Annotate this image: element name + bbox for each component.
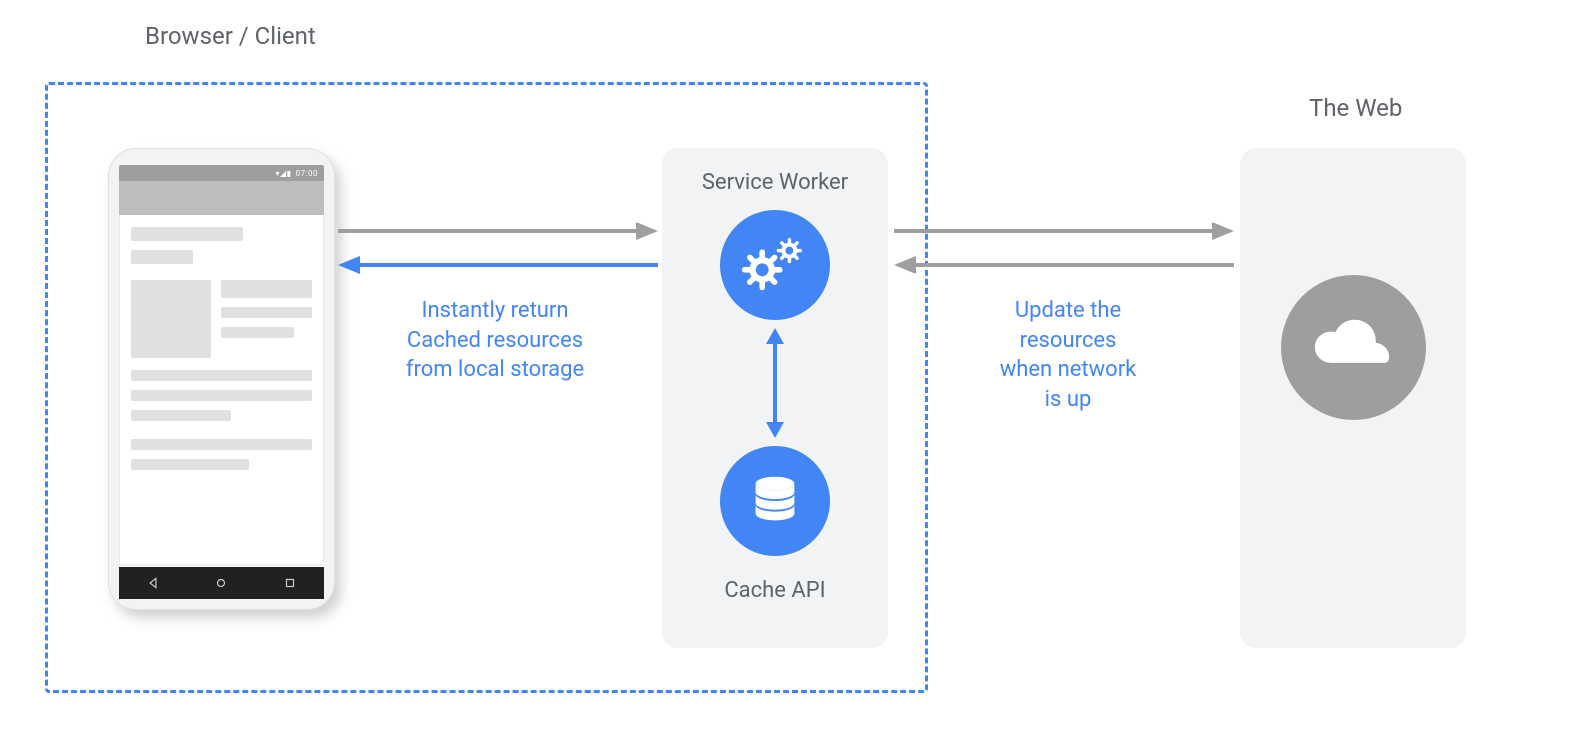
placeholder-image xyxy=(131,280,211,358)
phone-mockup: ▾◢▮ 07:00 xyxy=(108,148,335,610)
placeholder-line xyxy=(131,459,249,470)
label-browser-client: Browser / Client xyxy=(145,22,316,50)
phone-app-bar xyxy=(119,181,324,215)
label-service-worker: Service Worker xyxy=(662,170,888,195)
placeholder-line xyxy=(131,390,312,401)
caption-cached-resources: Instantly return Cached resources from l… xyxy=(370,296,620,385)
caption-line: from local storage xyxy=(370,355,620,385)
phone-content xyxy=(119,215,324,491)
placeholder-line xyxy=(131,410,231,421)
caption-line: Update the xyxy=(983,296,1153,326)
caption-line: when network xyxy=(983,355,1153,385)
phone-nav-bar xyxy=(119,567,324,599)
nav-recent-icon xyxy=(283,576,297,590)
caption-update-resources: Update the resources when network is up xyxy=(983,296,1153,415)
service-worker-panel: Service Worker xyxy=(662,148,888,648)
placeholder-column xyxy=(221,280,312,347)
arrow-sw-to-web xyxy=(894,221,1234,281)
cloud-icon xyxy=(1281,275,1426,420)
label-cache-api: Cache API xyxy=(662,578,888,603)
placeholder-line xyxy=(221,327,294,338)
placeholder-line xyxy=(131,227,243,241)
placeholder-line xyxy=(131,250,193,264)
placeholder-line xyxy=(221,307,312,318)
nav-back-icon xyxy=(146,576,160,590)
phone-status-bar: ▾◢▮ 07:00 xyxy=(119,165,324,181)
caption-line: Instantly return xyxy=(370,296,620,326)
caption-line: resources xyxy=(983,326,1153,356)
placeholder-line xyxy=(131,439,312,450)
arrow-client-to-sw xyxy=(338,221,658,281)
gears-icon xyxy=(720,210,830,320)
diagram-stage: Browser / Client ▾◢▮ 07:00 xyxy=(0,0,1584,730)
status-time: 07:00 xyxy=(296,169,318,178)
label-the-web: The Web xyxy=(1309,94,1402,122)
web-panel xyxy=(1240,148,1466,648)
nav-home-icon xyxy=(214,576,228,590)
caption-line: is up xyxy=(983,385,1153,415)
database-icon xyxy=(720,446,830,556)
placeholder-row xyxy=(131,280,312,358)
placeholder-line xyxy=(221,280,312,298)
phone-screen: ▾◢▮ 07:00 xyxy=(119,165,324,565)
placeholder-line xyxy=(131,370,312,381)
bidirectional-arrow-icon xyxy=(762,328,788,438)
status-signal-icon: ▾◢▮ xyxy=(276,169,292,178)
caption-line: Cached resources xyxy=(370,326,620,356)
